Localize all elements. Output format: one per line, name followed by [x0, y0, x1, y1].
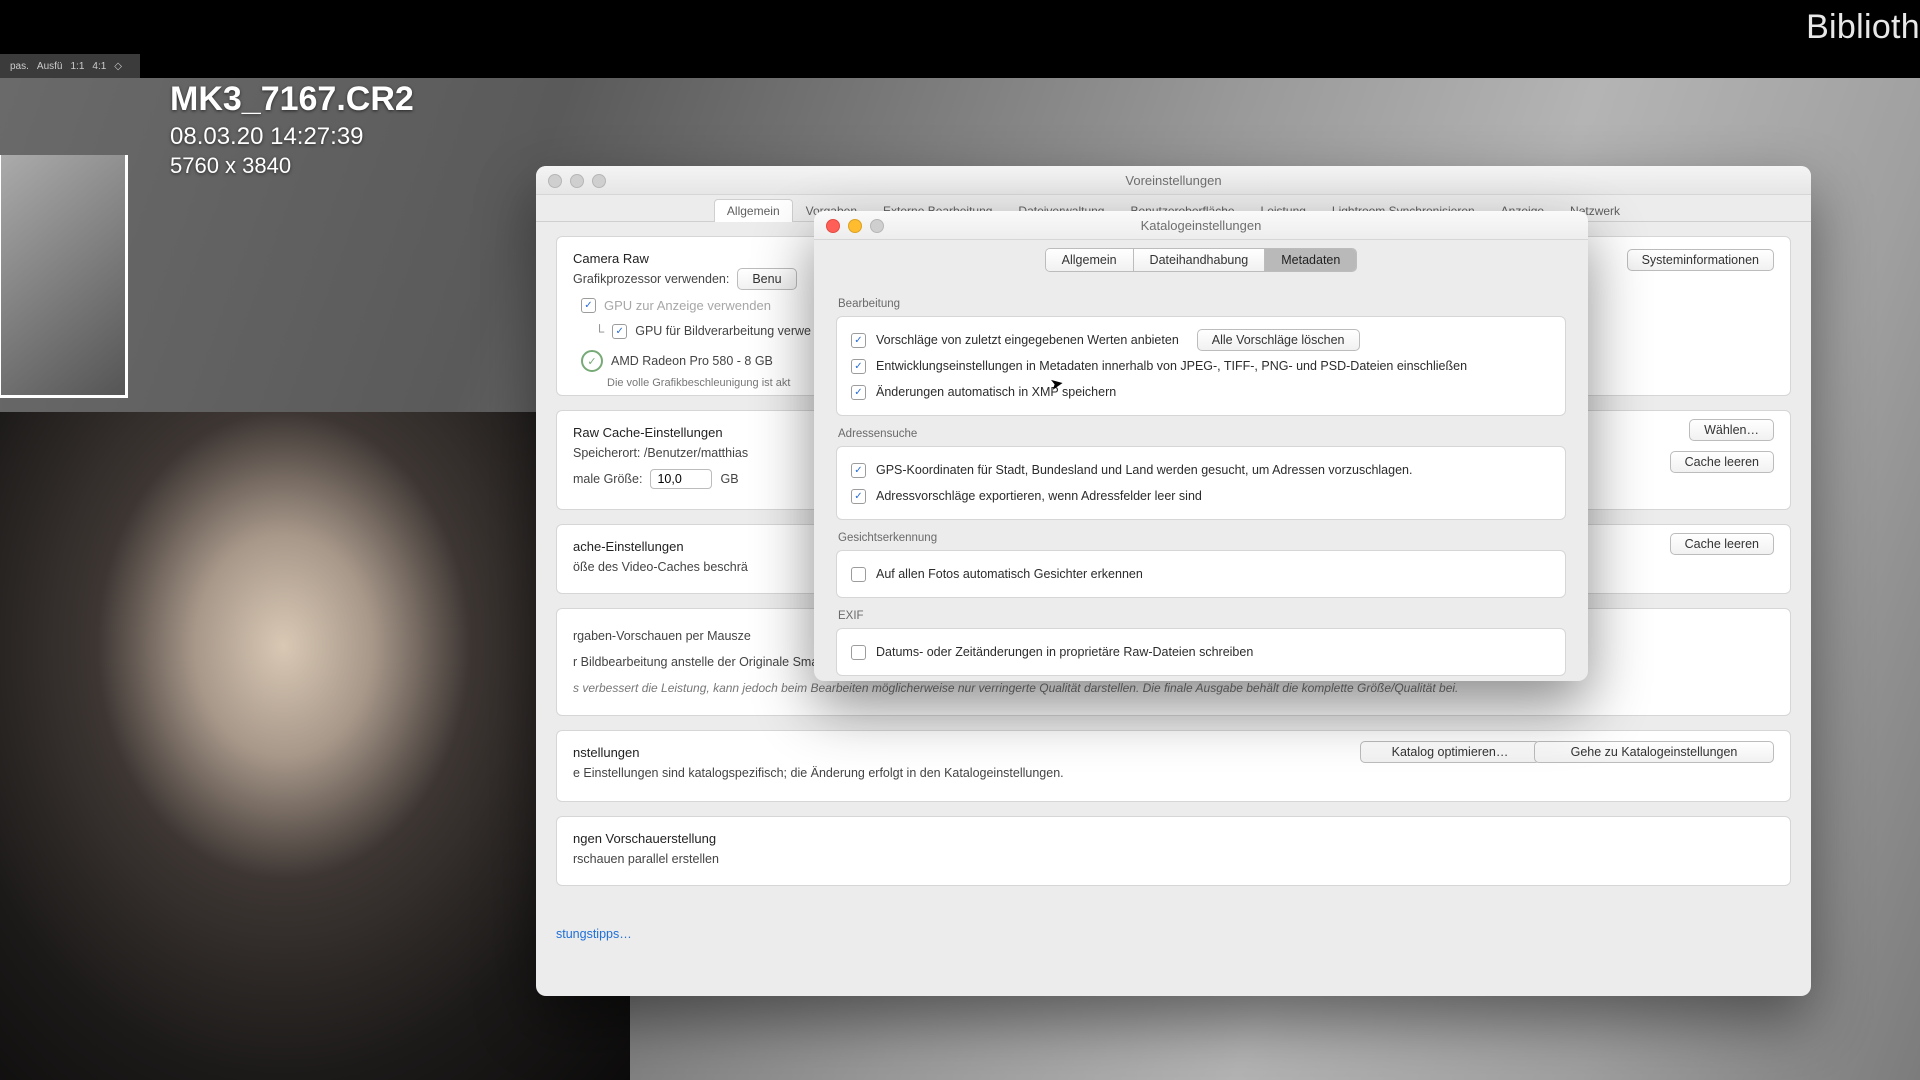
gpu-use-label: Grafikprozessor verwenden:: [573, 272, 729, 286]
cache-path-label: Speicherort: /Benutzer/matthias: [573, 446, 748, 460]
gpu-processing-label: GPU für Bildverarbeitung verwe: [635, 324, 811, 338]
choose-location-button[interactable]: Wählen…: [1689, 419, 1774, 441]
dev-metadata-checkbox[interactable]: [851, 359, 866, 374]
exif-write-label: Datums- oder Zeitänderungen in proprietä…: [876, 645, 1253, 659]
system-info-button[interactable]: Systeminformationen: [1627, 249, 1774, 271]
minimize-icon[interactable]: [570, 174, 584, 188]
suggestions-label: Vorschläge von zuletzt eingegebenen Wert…: [876, 333, 1179, 347]
legend-catalog-settings: nstellungen: [573, 745, 640, 760]
suggestions-checkbox[interactable]: [851, 333, 866, 348]
gpu-use-select[interactable]: Benu: [737, 268, 796, 290]
zoom-4-1[interactable]: 4:1: [92, 61, 106, 72]
catalog-settings-window: Katalogeinstellungen Allgemein Dateihand…: [814, 211, 1588, 681]
gpu-processing-checkbox[interactable]: [612, 324, 627, 339]
fill-label[interactable]: Ausfü: [37, 61, 63, 72]
addr-export-label: Adressvorschläge exportieren, wenn Adres…: [876, 489, 1202, 503]
legend-video-cache: ache-Einstellungen: [573, 539, 684, 554]
preferences-title: Voreinstellungen: [1125, 173, 1221, 188]
zoom-menu-icon[interactable]: ◇: [114, 61, 122, 72]
preview-generation-text: rschauen parallel erstellen: [573, 852, 719, 866]
clear-raw-cache-button[interactable]: Cache leeren: [1670, 451, 1774, 473]
face-detect-label: Auf allen Fotos automatisch Gesichter er…: [876, 567, 1143, 581]
seg-dateihandhabung[interactable]: Dateihandhabung: [1134, 249, 1266, 271]
zoom-toolbar: pas. Ausfü 1:1 4:1 ◇: [0, 54, 140, 78]
performance-tips-link[interactable]: stungstipps…: [556, 927, 632, 941]
catalog-body: Bearbeitung Vorschläge von zuletzt einge…: [814, 282, 1588, 690]
group-catalog-settings: nstellungen e Einstellungen sind katalog…: [556, 730, 1791, 802]
section-adressensuche: Adressensuche: [838, 428, 1566, 440]
exif-write-checkbox[interactable]: [851, 645, 866, 660]
traffic-lights[interactable]: [548, 174, 606, 188]
traffic-lights[interactable]: [826, 219, 884, 233]
xmp-autosave-checkbox[interactable]: [851, 385, 866, 400]
gpu-display-checkbox: [581, 298, 596, 313]
group-bearbeitung: Vorschläge von zuletzt eingegebenen Wert…: [836, 316, 1566, 416]
section-bearbeitung: Bearbeitung: [838, 298, 1566, 310]
preferences-titlebar[interactable]: Voreinstellungen: [536, 166, 1811, 195]
module-label[interactable]: Biblioth: [1806, 8, 1920, 47]
minimize-icon[interactable]: [848, 219, 862, 233]
gpu-note: Die volle Grafikbeschleunigung ist akt: [607, 377, 790, 389]
cache-size-input[interactable]: [650, 469, 712, 489]
clear-video-cache-button[interactable]: Cache leeren: [1670, 533, 1774, 555]
legend-preview-generation: ngen Vorschauerstellung: [573, 831, 716, 846]
group-preview-generation: ngen Vorschauerstellung rschauen paralle…: [556, 816, 1791, 886]
file-date: 08.03.20 14:27:39: [170, 123, 414, 151]
section-gesichtserkennung: Gesichtserkennung: [838, 532, 1566, 544]
fit-label[interactable]: pas.: [10, 61, 29, 72]
optimize-catalog-button[interactable]: Katalog optimieren…: [1360, 741, 1540, 763]
seg-allgemein[interactable]: Allgemein: [1046, 249, 1134, 271]
cache-size-unit: GB: [720, 472, 738, 486]
legend-camera-raw: Camera Raw: [573, 251, 649, 266]
group-adressensuche: GPS-Koordinaten für Stadt, Bundesland un…: [836, 446, 1566, 520]
zoom-1-1[interactable]: 1:1: [70, 61, 84, 72]
gps-lookup-checkbox[interactable]: [851, 463, 866, 478]
catalog-settings-text: e Einstellungen sind katalogspezifisch; …: [573, 766, 1064, 780]
catalog-titlebar[interactable]: Katalogeinstellungen: [814, 211, 1588, 240]
close-icon[interactable]: [548, 174, 562, 188]
gpu-model: AMD Radeon Pro 580 - 8 GB: [611, 354, 773, 368]
legend-raw-cache: Raw Cache-Einstellungen: [573, 425, 723, 440]
close-icon[interactable]: [826, 219, 840, 233]
catalog-tab-segments: Allgemein Dateihandhabung Metadaten: [1045, 248, 1358, 272]
goto-catalog-settings-button[interactable]: Gehe zu Katalogeinstellungen: [1534, 741, 1774, 763]
group-gesichtserkennung: Auf allen Fotos automatisch Gesichter er…: [836, 550, 1566, 598]
section-exif: EXIF: [838, 610, 1566, 622]
check-ok-icon: ✓: [581, 350, 603, 372]
file-info-overlay: MK3_7167.CR2 08.03.20 14:27:39 5760 x 38…: [170, 80, 414, 179]
gpu-display-label: GPU zur Anzeige verwenden: [604, 298, 771, 313]
cache-size-label: male Größe:: [573, 472, 642, 486]
file-dimensions: 5760 x 3840: [170, 153, 414, 179]
smart-preview-line1: rgaben-Vorschauen per Mausze: [573, 629, 751, 643]
addr-export-checkbox[interactable]: [851, 489, 866, 504]
navigator-thumbnail[interactable]: [0, 155, 128, 398]
zoom-icon[interactable]: [592, 174, 606, 188]
catalog-title: Katalogeinstellungen: [1141, 218, 1262, 233]
tab-allgemein[interactable]: Allgemein: [714, 199, 793, 222]
xmp-autosave-label: Änderungen automatisch in XMP speichern: [876, 385, 1116, 399]
dev-metadata-label: Entwicklungseinstellungen in Metadaten i…: [876, 359, 1467, 373]
gps-lookup-label: GPS-Koordinaten für Stadt, Bundesland un…: [876, 463, 1412, 477]
zoom-icon[interactable]: [870, 219, 884, 233]
file-name: MK3_7167.CR2: [170, 80, 414, 119]
video-cache-limit-label: öße des Video-Caches beschrä: [573, 560, 748, 574]
delete-suggestions-button[interactable]: Alle Vorschläge löschen: [1197, 329, 1360, 351]
face-detect-checkbox[interactable]: [851, 567, 866, 582]
group-exif: Datums- oder Zeitänderungen in proprietä…: [836, 628, 1566, 676]
app-top-strip: Biblioth: [0, 0, 1920, 54]
seg-metadaten[interactable]: Metadaten: [1265, 249, 1356, 271]
